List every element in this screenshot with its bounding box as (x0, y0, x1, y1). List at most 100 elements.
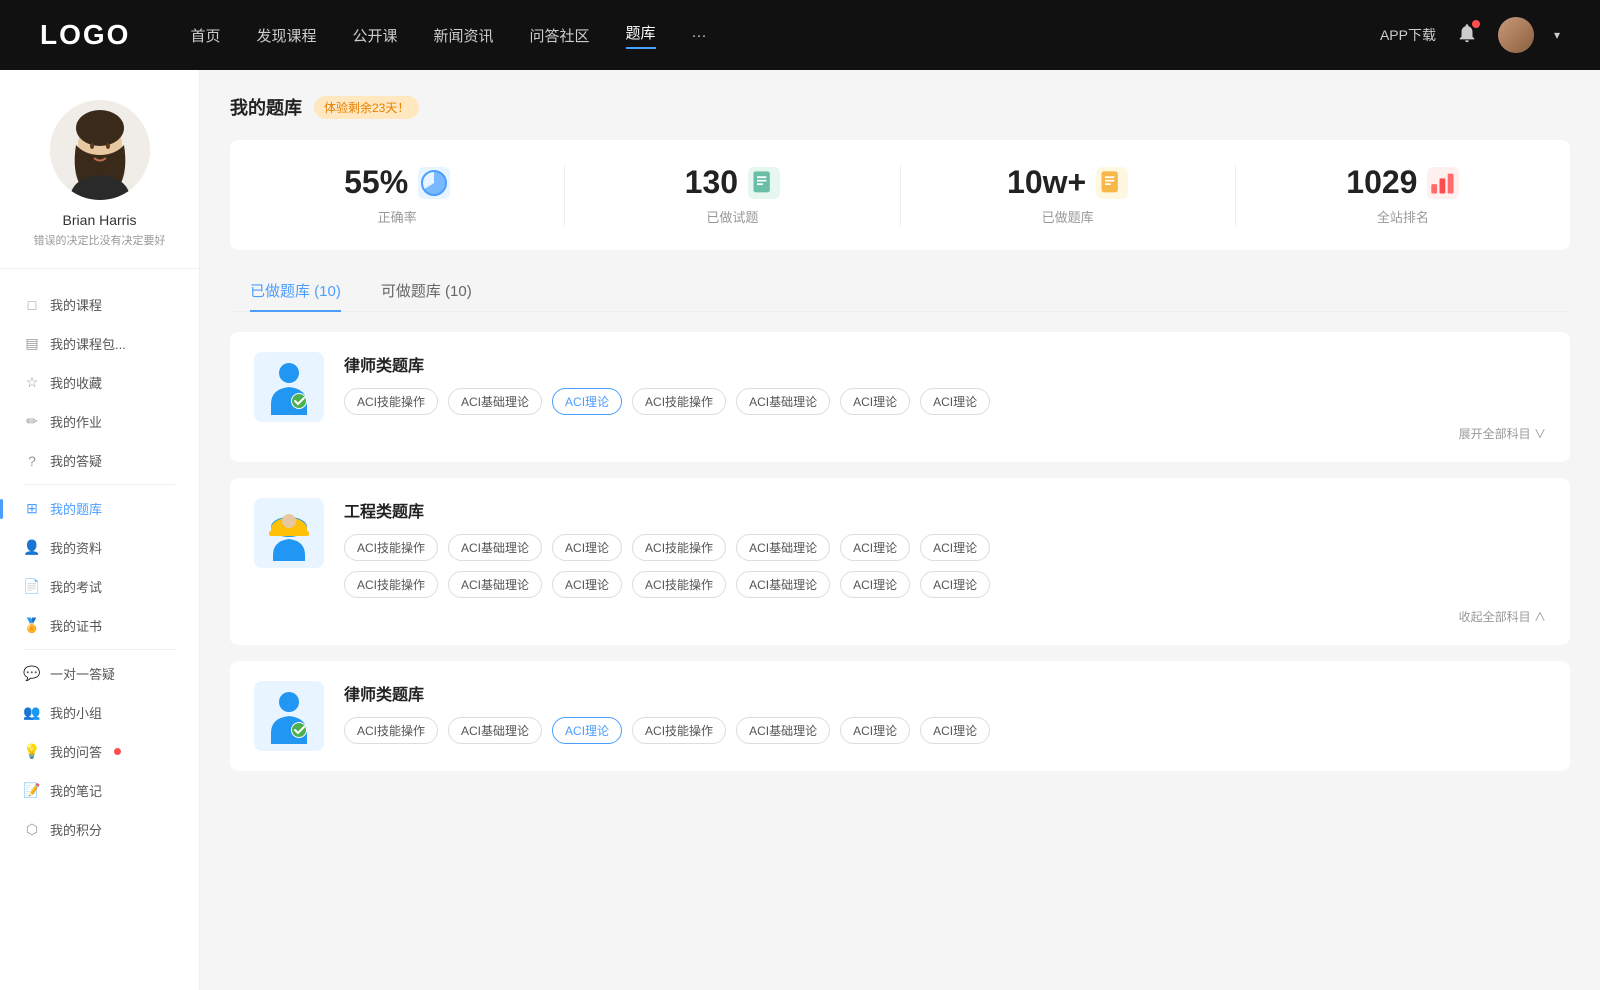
tag-1-5[interactable]: ACI基础理论 (736, 388, 830, 415)
sidebar-item-course-package[interactable]: ▤ 我的课程包... (0, 324, 199, 363)
tag-2-7[interactable]: ACI理论 (920, 534, 990, 561)
topic-tags-3: ACI技能操作 ACI基础理论 ACI理论 ACI技能操作 ACI基础理论 AC… (344, 717, 1546, 744)
stat-accuracy-label: 正确率 (378, 207, 417, 226)
edit-icon: ✏ (24, 414, 40, 430)
sidebar-menu: □ 我的课程 ▤ 我的课程包... ☆ 我的收藏 ✏ 我的作业 ? 我的答疑 ⊞ (0, 269, 199, 865)
topic-tags-2-row2: ACI技能操作 ACI基础理论 ACI理论 ACI技能操作 ACI基础理论 AC… (344, 571, 1546, 598)
sidebar-item-course-package-label: 我的课程包... (50, 334, 126, 353)
collapse-engineer[interactable]: 收起全部科目 ∧ (1459, 608, 1546, 625)
topic-icon-lawyer-1 (254, 352, 324, 422)
tag-2-3[interactable]: ACI理论 (552, 534, 622, 561)
tab-done[interactable]: 已做题库 (10) (230, 270, 361, 311)
sidebar-item-profile-label: 我的资料 (50, 538, 102, 557)
nav-news[interactable]: 新闻资讯 (434, 25, 494, 46)
logo[interactable]: LOGO (40, 19, 130, 51)
topic-content-2: 工程类题库 ACI技能操作 ACI基础理论 ACI理论 ACI技能操作 ACI基… (344, 498, 1546, 625)
tag-3-4[interactable]: ACI技能操作 (632, 717, 726, 744)
tag-3-2[interactable]: ACI基础理论 (448, 717, 542, 744)
topic-section-lawyer-2: 律师类题库 ACI技能操作 ACI基础理论 ACI理论 ACI技能操作 ACI基… (230, 661, 1570, 771)
tag-1-3[interactable]: ACI理论 (552, 388, 622, 415)
nav-quiz[interactable]: 题库 (626, 22, 656, 49)
tag-1-7[interactable]: ACI理论 (920, 388, 990, 415)
chat-icon: 💬 (24, 666, 40, 682)
chevron-down-icon[interactable]: ▾ (1554, 28, 1560, 42)
sidebar-item-group[interactable]: 👥 我的小组 (0, 693, 199, 732)
topic-section-lawyer-1: 律师类题库 ACI技能操作 ACI基础理论 ACI理论 ACI技能操作 ACI基… (230, 332, 1570, 462)
stat-accuracy-value: 55% (344, 164, 408, 201)
trial-badge: 体验剩余23天！ (314, 96, 419, 119)
tag-1-1[interactable]: ACI技能操作 (344, 388, 438, 415)
sidebar-item-profile[interactable]: 👤 我的资料 (0, 528, 199, 567)
nav-qa[interactable]: 问答社区 (530, 25, 590, 46)
tag-2-4[interactable]: ACI技能操作 (632, 534, 726, 561)
topic-icon-engineer (254, 498, 324, 568)
topic-header-2: 工程类题库 ACI技能操作 ACI基础理论 ACI理论 ACI技能操作 ACI基… (254, 498, 1546, 625)
tag-2-5[interactable]: ACI基础理论 (736, 534, 830, 561)
sidebar-item-favorites[interactable]: ☆ 我的收藏 (0, 363, 199, 402)
tab-available[interactable]: 可做题库 (10) (361, 270, 492, 311)
nav-discover[interactable]: 发现课程 (256, 25, 316, 46)
divider-2 (24, 649, 175, 650)
topic-section-engineer: 工程类题库 ACI技能操作 ACI基础理论 ACI理论 ACI技能操作 ACI基… (230, 478, 1570, 645)
sidebar-item-certificates[interactable]: 🏅 我的证书 (0, 606, 199, 645)
sidebar-item-notes-label: 我的笔记 (50, 781, 102, 800)
tag-3-3[interactable]: ACI理论 (552, 717, 622, 744)
page-title: 我的题库 (230, 94, 302, 120)
list-doc-icon (750, 169, 778, 197)
rank-icon (1427, 167, 1459, 199)
main-layout: Brian Harris 错误的决定比没有决定要好 □ 我的课程 ▤ 我的课程包… (0, 70, 1600, 990)
done-quiz-icon (1096, 167, 1128, 199)
sidebar-item-homework[interactable]: ✏ 我的作业 (0, 402, 199, 441)
tag-1-2[interactable]: ACI基础理论 (448, 388, 542, 415)
topic-content-3: 律师类题库 ACI技能操作 ACI基础理论 ACI理论 ACI技能操作 ACI基… (344, 681, 1546, 744)
list-yellow-icon (1098, 169, 1126, 197)
sidebar-item-certificates-label: 我的证书 (50, 616, 102, 635)
tag-2-8[interactable]: ACI技能操作 (344, 571, 438, 598)
tag-2-13[interactable]: ACI理论 (840, 571, 910, 598)
sidebar-item-exams[interactable]: 📄 我的考试 (0, 567, 199, 606)
topic-name-lawyer-1: 律师类题库 (344, 352, 1546, 376)
nav-home[interactable]: 首页 (190, 25, 220, 46)
sidebar-item-points[interactable]: ⬡ 我的积分 (0, 810, 199, 849)
tag-3-7[interactable]: ACI理论 (920, 717, 990, 744)
app-download-button[interactable]: APP下载 (1380, 25, 1436, 45)
sidebar-item-courses[interactable]: □ 我的课程 (0, 285, 199, 324)
tag-2-11[interactable]: ACI技能操作 (632, 571, 726, 598)
expand-lawyer-1[interactable]: 展开全部科目 ∨ (1459, 425, 1546, 442)
group-icon: 👥 (24, 705, 40, 721)
nav-more[interactable]: ··· (692, 27, 707, 44)
divider-1 (24, 484, 175, 485)
sidebar-item-notes[interactable]: 📝 我的笔记 (0, 771, 199, 810)
tag-2-1[interactable]: ACI技能操作 (344, 534, 438, 561)
tag-2-12[interactable]: ACI基础理论 (736, 571, 830, 598)
bar-chart-icon (1429, 169, 1457, 197)
tag-2-10[interactable]: ACI理论 (552, 571, 622, 598)
sidebar-item-quiz[interactable]: ⊞ 我的题库 (0, 489, 199, 528)
tag-1-6[interactable]: ACI理论 (840, 388, 910, 415)
lawyer-svg-2 (261, 688, 317, 744)
tag-2-9[interactable]: ACI基础理论 (448, 571, 542, 598)
doc2-icon: 📄 (24, 579, 40, 595)
tag-1-4[interactable]: ACI技能操作 (632, 388, 726, 415)
tag-2-2[interactable]: ACI基础理论 (448, 534, 542, 561)
tag-3-6[interactable]: ACI理论 (840, 717, 910, 744)
done-questions-icon (748, 167, 780, 199)
topic-content-1: 律师类题库 ACI技能操作 ACI基础理论 ACI理论 ACI技能操作 ACI基… (344, 352, 1546, 442)
notification-bell[interactable] (1456, 22, 1478, 49)
sidebar-item-tutor-label: 一对一答疑 (50, 664, 115, 683)
tag-2-14[interactable]: ACI理论 (920, 571, 990, 598)
stat-done-quiz: 10w+ 已做题库 (901, 164, 1236, 226)
sidebar-item-answers[interactable]: ? 我的答疑 (0, 441, 199, 480)
navbar-right: APP下载 ▾ (1380, 17, 1560, 53)
sidebar-item-exams-label: 我的考试 (50, 577, 102, 596)
nav-opencourse[interactable]: 公开课 (352, 25, 397, 46)
tag-3-1[interactable]: ACI技能操作 (344, 717, 438, 744)
user-avatar[interactable] (1498, 17, 1534, 53)
qa-icon: 💡 (24, 744, 40, 760)
tag-2-6[interactable]: ACI理论 (840, 534, 910, 561)
sidebar-item-tutor[interactable]: 💬 一对一答疑 (0, 654, 199, 693)
stat-rank-label: 全站排名 (1377, 207, 1429, 226)
sidebar-item-myqa[interactable]: 💡 我的问答 (0, 732, 199, 771)
sidebar-item-courses-label: 我的课程 (50, 295, 102, 314)
tag-3-5[interactable]: ACI基础理论 (736, 717, 830, 744)
